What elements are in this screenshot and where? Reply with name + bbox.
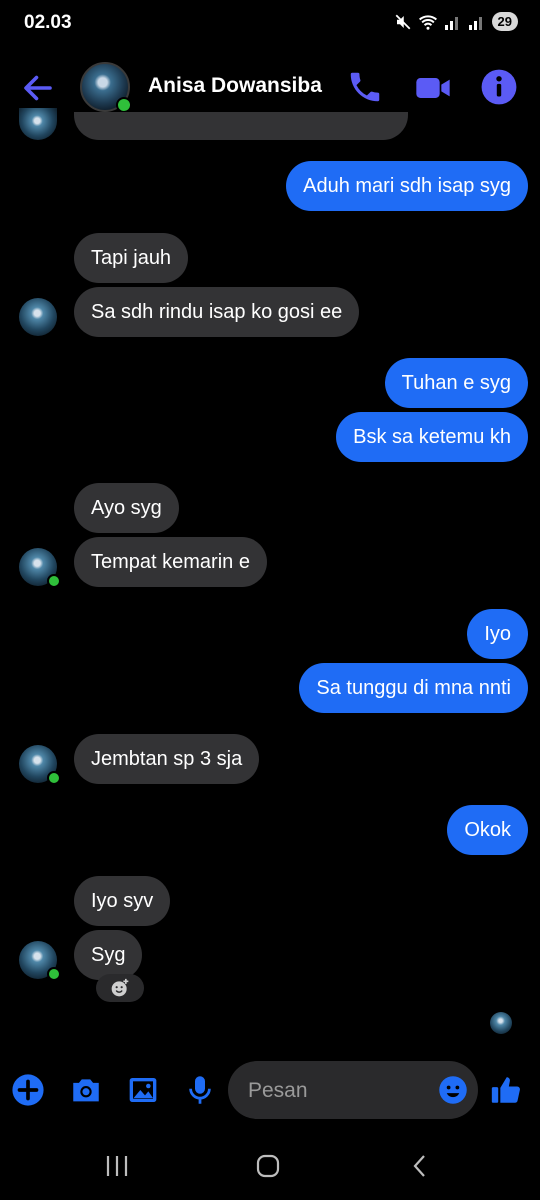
call-button[interactable] [346,68,386,108]
contact-avatar-small[interactable] [19,745,61,785]
message-incoming[interactable]: Sa sdh rindu isap ko gosi ee [74,287,360,337]
phone-icon [350,72,380,102]
cut-off-avatar [19,108,57,140]
message-input-container[interactable] [228,1061,478,1121]
message-outgoing[interactable]: Sa tunggu di mna nnti [299,663,528,713]
like-button[interactable] [486,1070,526,1110]
info-button[interactable] [480,68,520,108]
camera-button[interactable] [66,1070,106,1110]
message-outgoing[interactable]: Iyo [467,609,528,659]
wifi-icon [418,14,437,30]
add-reaction-button[interactable] [96,974,144,1002]
recent-apps-button[interactable] [97,1150,137,1182]
chevron-left-icon [413,1155,425,1177]
thumbs-up-icon [491,1077,520,1103]
message-input[interactable] [246,1061,430,1121]
plus-button[interactable] [8,1070,48,1110]
gallery-button[interactable] [123,1070,163,1110]
online-indicator [47,574,61,588]
status-time: 02.03 [24,12,72,33]
message-incoming[interactable]: Ayo syg [74,483,179,533]
battery-badge: 29 [491,12,518,31]
online-indicator [47,967,61,981]
video-call-button[interactable] [413,68,453,108]
mic-button[interactable] [180,1070,220,1110]
contact-avatar-small[interactable] [19,298,57,336]
cut-off-bubble [74,112,408,140]
home-button[interactable] [248,1150,288,1182]
message-incoming[interactable]: Tempat kemarin e [74,537,267,587]
message-outgoing[interactable]: Tuhan e syg [384,358,528,408]
signal-icon-2 [468,16,482,30]
add-reaction-icon [111,978,129,997]
message-outgoing[interactable]: Bsk sa ketemu kh [336,412,528,462]
plus-icon [12,1074,44,1106]
emoji-button[interactable] [438,1075,468,1105]
seen-indicator-avatar [490,1012,512,1034]
signal-icon [444,16,458,30]
message-incoming[interactable]: Jembtan sp 3 sja [74,734,260,784]
mute-icon [395,14,410,29]
info-icon [481,69,517,105]
message-incoming[interactable]: Syg [74,930,143,980]
contact-avatar-small[interactable] [19,548,61,588]
back-arrow-icon [24,75,52,101]
message-incoming[interactable]: Iyo syv [74,876,171,926]
status-icons: 29 [394,12,518,31]
home-icon [256,1154,280,1178]
mic-icon [189,1076,211,1104]
message-incoming[interactable]: Tapi jauh [74,233,189,283]
emoji-icon [439,1076,467,1104]
contact-avatar-small[interactable] [19,941,61,981]
message-outgoing[interactable]: Aduh mari sdh isap syg [286,161,528,211]
camera-icon [73,1079,99,1102]
online-indicator [116,97,132,113]
back-button[interactable] [20,70,56,106]
contact-name[interactable]: Anisa Dowansiba [148,74,322,98]
image-icon [129,1078,157,1102]
back-nav-button[interactable] [400,1150,440,1182]
recent-apps-icon [106,1156,128,1176]
video-icon [416,78,450,98]
online-indicator [47,771,61,785]
message-outgoing[interactable]: Okok [447,805,528,855]
